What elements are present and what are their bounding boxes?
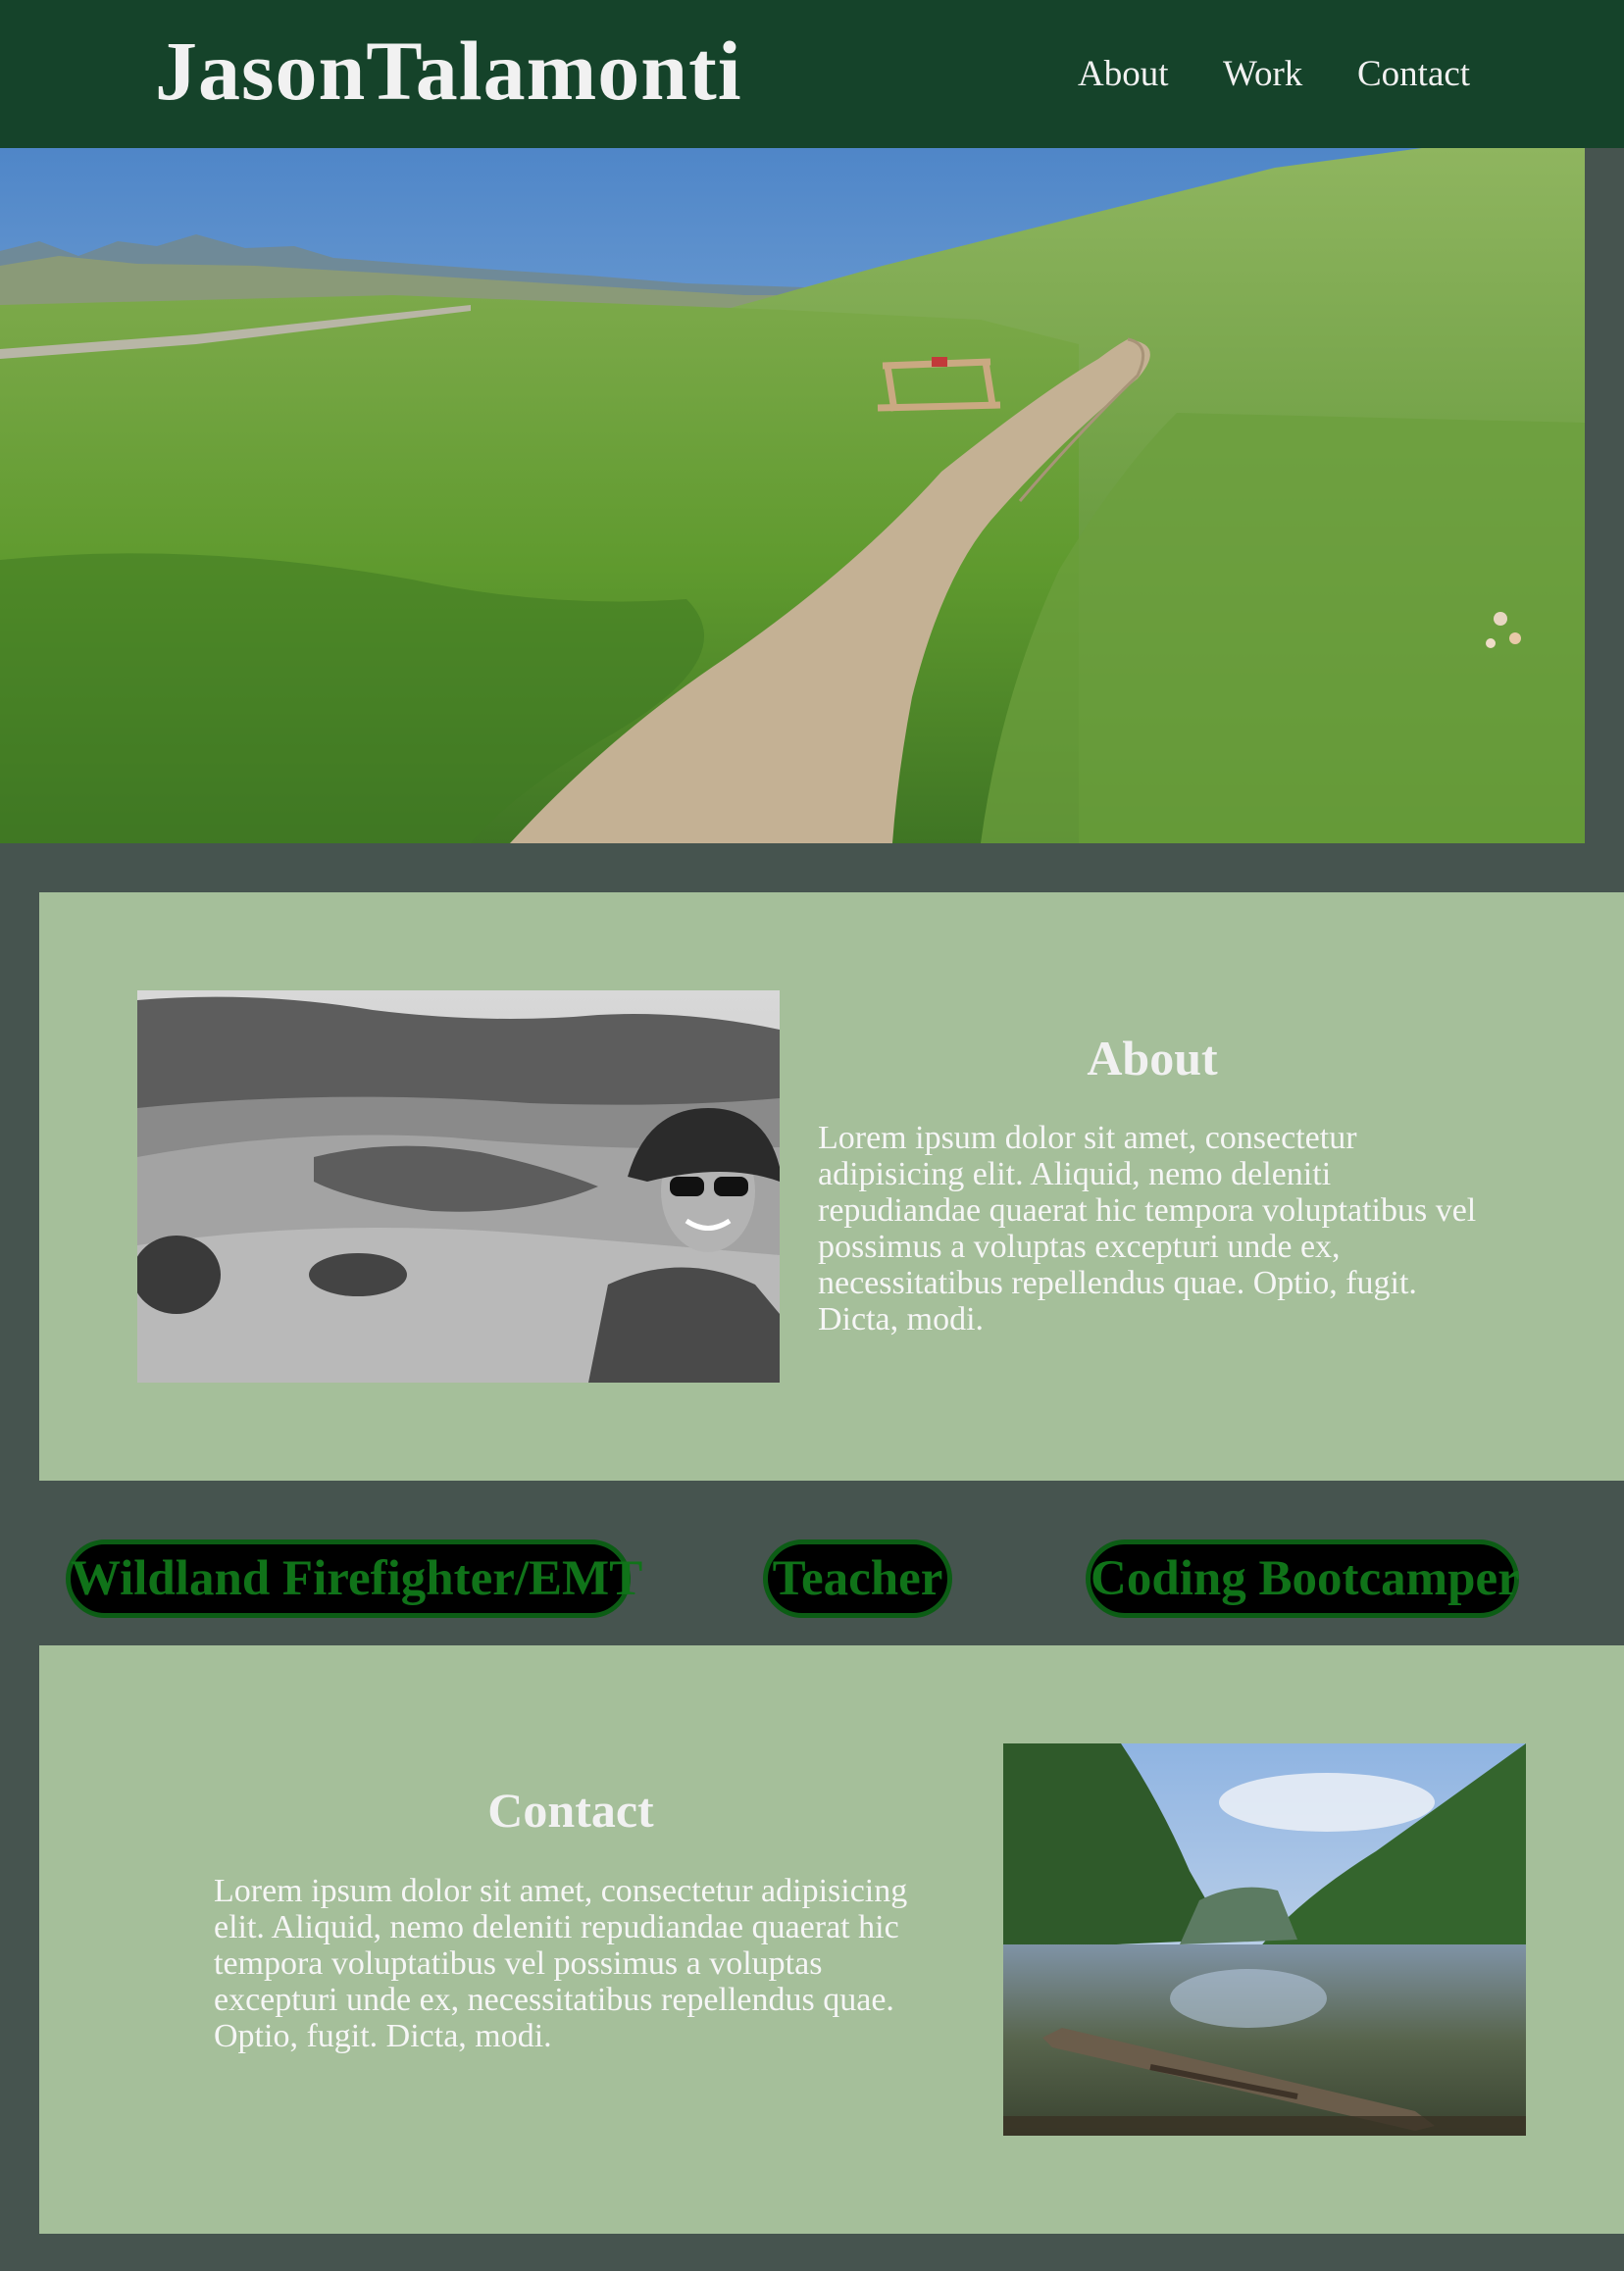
work-item-bootcamper[interactable]: Coding Bootcamper bbox=[1086, 1539, 1520, 1618]
about-paragraph: Lorem ipsum dolor sit amet, consectetur … bbox=[818, 1120, 1477, 1337]
contact-paragraph: Lorem ipsum dolor sit amet, consectetur … bbox=[214, 1873, 908, 2054]
nav-link-work[interactable]: Work bbox=[1223, 49, 1302, 100]
nav-link-contact[interactable]: Contact bbox=[1357, 49, 1470, 100]
about-photo bbox=[137, 990, 780, 1383]
nav-link-about[interactable]: About bbox=[1078, 49, 1169, 100]
hero-image-trail bbox=[0, 148, 1585, 843]
about-heading: About bbox=[1087, 1031, 1218, 1085]
contact-heading: Contact bbox=[487, 1783, 654, 1838]
contact-photo-lake bbox=[1003, 1743, 1526, 2136]
work-item-teacher[interactable]: Teacher bbox=[763, 1539, 952, 1618]
site-title[interactable]: JasonTalamonti bbox=[155, 22, 742, 120]
site-header: JasonTalamonti About Work Contact bbox=[0, 0, 1624, 148]
work-item-firefighter[interactable]: Wildland Firefighter/EMT bbox=[66, 1539, 642, 1618]
